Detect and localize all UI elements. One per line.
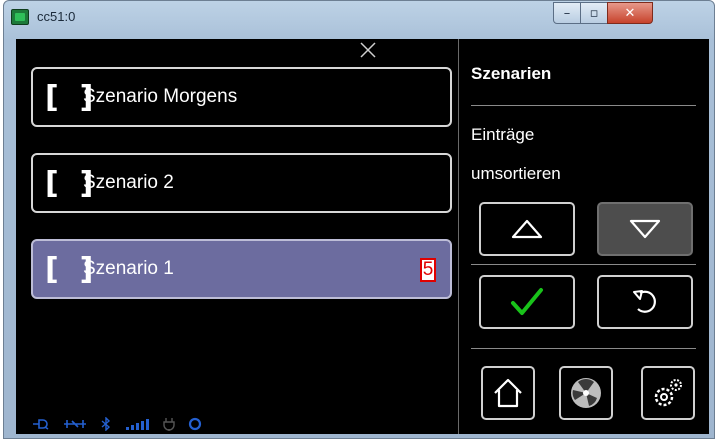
footer-divider	[471, 348, 696, 349]
checkmark-icon	[511, 288, 543, 315]
app-window: cc51:0 – ▫ ✕ [ ] Szenario Morgens [ ] Sz…	[3, 0, 715, 439]
scenario-number-badge: 5	[420, 258, 436, 282]
title-divider	[471, 105, 696, 106]
section-divider	[471, 264, 696, 265]
panel-divider	[458, 39, 459, 434]
scenario-checkbox-icon: [ ]	[45, 165, 94, 201]
close-window-button[interactable]: ✕	[607, 2, 653, 24]
link-icon	[64, 420, 86, 428]
home-button[interactable]	[481, 366, 535, 420]
move-down-button[interactable]	[597, 202, 693, 256]
triangle-up-icon	[511, 219, 543, 239]
connector-icon	[33, 419, 49, 430]
scenario-item-1[interactable]: [ ] Szenario 1 5	[31, 239, 452, 299]
scenario-item-2[interactable]: [ ] Szenario 2	[31, 153, 452, 213]
sync-icon	[188, 417, 202, 431]
triangle-down-icon	[629, 219, 661, 239]
client-area: [ ] Szenario Morgens [ ] Szenario 2 [ ] …	[16, 39, 709, 434]
app-icon	[11, 9, 29, 25]
signal-strength-icon	[126, 419, 149, 430]
gear-icon	[654, 379, 682, 407]
close-overlay-icon[interactable]	[358, 40, 378, 60]
bluetooth-icon	[101, 417, 111, 431]
plug-icon	[163, 418, 175, 431]
home-icon	[494, 378, 522, 408]
fan-button[interactable]	[559, 366, 613, 420]
scenario-label: Szenario 1	[83, 258, 174, 279]
settings-button[interactable]	[641, 366, 695, 420]
undo-icon	[633, 290, 656, 313]
move-up-button[interactable]	[479, 202, 575, 256]
scenario-checkbox-icon: [ ]	[45, 251, 94, 287]
undo-button[interactable]	[597, 275, 693, 329]
window-title: cc51:0	[37, 9, 76, 24]
scenario-item-morgens[interactable]: [ ] Szenario Morgens	[31, 67, 452, 127]
title-bar[interactable]: cc51:0 – ▫ ✕	[4, 1, 714, 35]
scenario-checkbox-icon: [ ]	[45, 79, 94, 115]
scenario-label: Szenario Morgens	[83, 86, 238, 107]
panel-text-line1: Einträge	[471, 125, 535, 144]
panel-title: Szenarien	[471, 64, 552, 83]
minimize-button[interactable]: –	[553, 2, 581, 24]
confirm-button[interactable]	[479, 275, 575, 329]
scenario-label: Szenario 2	[83, 172, 174, 193]
panel-text-line2: umsortieren	[471, 164, 561, 183]
status-bar	[32, 417, 202, 431]
maximize-button[interactable]: ▫	[580, 2, 608, 24]
fan-icon	[571, 378, 601, 408]
